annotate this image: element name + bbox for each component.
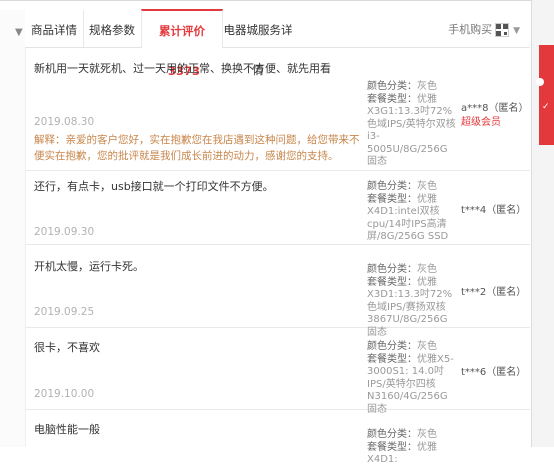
review-item: 很卡，不喜欢 2019.10.00 颜色分类：灰色 套餐类型：优雅X5-3000… [25, 327, 530, 415]
tab-bar: 商品详情 规格参数 累计评价3373 电器城服务详情 手机购买 ▼ [25, 9, 530, 78]
reviewer-name[interactable]: t***4（匿名） [461, 201, 526, 216]
package-label: 套餐类型： [367, 276, 417, 288]
review-date: 2019.08.30 [34, 116, 95, 128]
tab-specifications[interactable]: 规格参数 [83, 10, 142, 47]
qr-code-icon [495, 23, 510, 37]
color-value: 灰色 [417, 181, 437, 192]
review-content: 还行，有点卡，usb接口就一个打印文件不方便。 [34, 180, 274, 193]
review-product-info: 颜色分类：灰色 套餐类型：优雅X5-3000S1: 14.0吋IPS/英特尔四核… [367, 341, 457, 416]
side-toolbar-highlight[interactable]: ✓ [536, 45, 554, 145]
color-label: 颜色分类： [367, 81, 417, 92]
left-sidebar: ▼ [0, 10, 26, 447]
review-date: 2019.10.00 [34, 388, 95, 400]
color-value: 灰色 [417, 264, 437, 275]
right-side-toolbar: ✓ [531, 0, 554, 447]
package-label: 套餐类型： [367, 353, 417, 365]
review-item: 新机用一天就死机、过一天用的正常、换换不方便、就先用看 2019.08.30 解… [25, 48, 530, 171]
review-item: 开机太慢，运行卡死。 2019.09.25 颜色分类：灰色 套餐类型：优雅X3D… [25, 244, 530, 338]
tab-reviews[interactable]: 累计评价3373 [141, 9, 223, 78]
reviewer-name[interactable]: t***2（匿名） [461, 283, 526, 298]
tab-service-details[interactable]: 电器城服务详情 [221, 10, 295, 77]
color-value: 灰色 [417, 81, 437, 92]
review-content: 开机太慢，运行卡死。 [34, 260, 144, 273]
top-divider [0, 0, 554, 1]
color-value: 灰色 [417, 341, 437, 352]
reviewer-name[interactable]: t***6（匿名） [461, 363, 526, 378]
tab-label: 规格参数 [89, 23, 135, 37]
reviewer-name[interactable]: a***8（匿名） [461, 99, 529, 114]
color-label: 颜色分类： [367, 181, 417, 192]
arrow-icon: ✓ [542, 102, 550, 112]
review-item: 还行，有点卡，usb接口就一个打印文件不方便。 2019.09.30 颜色分类：… [25, 170, 530, 245]
color-label: 颜色分类： [367, 429, 417, 440]
review-product-info: 颜色分类：灰色 套餐类型：优雅X4D1: [367, 429, 457, 467]
tab-label: 商品详情 [31, 23, 77, 37]
mobile-buy-button[interactable]: 手机购买 ▼ [448, 10, 520, 47]
member-level: 超级会员 [461, 117, 501, 128]
tab-label: 累计评价 [159, 24, 205, 38]
review-content: 很卡，不喜欢 [34, 341, 100, 354]
color-value: 灰色 [417, 429, 437, 440]
review-item: 电脑性能一般 颜色分类：灰色 套餐类型：优雅X4D1: [25, 409, 530, 465]
mobile-buy-label: 手机购买 [448, 23, 493, 36]
tab-product-details[interactable]: 商品详情 [25, 10, 84, 47]
color-label: 颜色分类： [367, 264, 417, 275]
review-product-info: 颜色分类：灰色 套餐类型：优雅X4D1:intel双核cpu/14吋IPS高清屏… [367, 181, 457, 244]
review-product-info: 颜色分类：灰色 套餐类型：优雅X3G1:13.3吋72%色域IPS/英特尔双核i… [367, 81, 457, 169]
review-content: 电脑性能一般 [34, 423, 100, 436]
chevron-down-icon: ▼ [513, 26, 520, 36]
seller-reply: 解释：亲爱的客户您好，实在抱歉您在我店遇到这种问题，给您带来不便实在抱歉，您的批… [34, 134, 360, 162]
review-date: 2019.09.30 [34, 226, 95, 238]
color-label: 颜色分类： [367, 341, 417, 352]
chevron-down-icon[interactable]: ▼ [15, 27, 23, 38]
package-label: 套餐类型： [367, 441, 417, 453]
circle-icon [536, 78, 544, 86]
review-date: 2019.09.25 [34, 306, 95, 318]
package-label: 套餐类型： [367, 193, 417, 205]
package-label: 套餐类型： [367, 93, 417, 105]
review-content: 新机用一天就死机、过一天用的正常、换换不方便、就先用看 [34, 62, 331, 75]
